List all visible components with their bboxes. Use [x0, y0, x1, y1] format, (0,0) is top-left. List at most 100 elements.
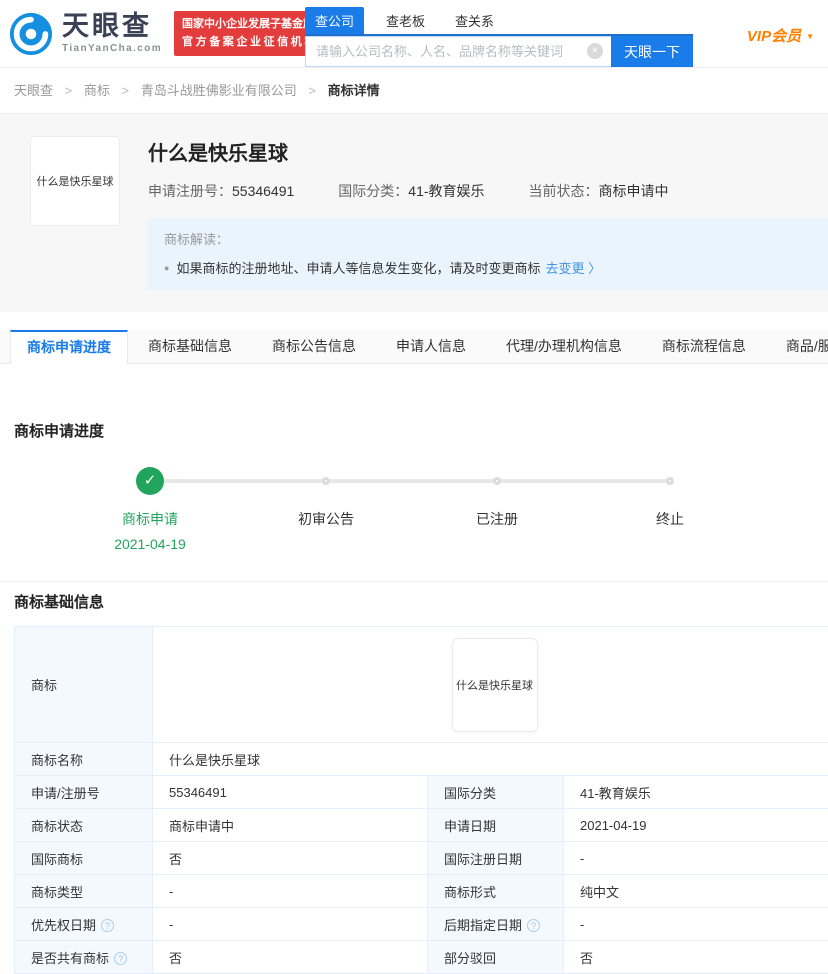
tab-process-info[interactable]: 商标流程信息 [642, 330, 766, 363]
progress-heading: 商标申请进度 [14, 420, 814, 441]
vip-menu[interactable]: VIP会员 ▼ [747, 25, 814, 46]
breadcrumb-separator: > [65, 83, 73, 98]
badge-line1: 国家中小企业发展子基金旗下 [182, 16, 325, 34]
search-tabs: 查公司 查老板 查关系 [305, 7, 693, 36]
table-row: 商标 什么是快乐星球 [15, 627, 828, 743]
field-current-status: 当前状态：商标申请中 [529, 181, 669, 201]
help-icon[interactable]: ? [114, 952, 127, 965]
row-label: 国际注册日期 [428, 842, 564, 875]
main-content: 商标申请进度 ✓ 商标申请 2021-04-19 初审公告 已注册 终止 商标基… [0, 420, 828, 974]
progress-line [150, 479, 670, 483]
row-value: 否 [153, 842, 428, 875]
row-value: - [153, 875, 428, 908]
help-icon[interactable]: ? [101, 919, 114, 932]
row-value: - [564, 842, 828, 875]
basic-info-heading: 商标基础信息 [14, 591, 814, 612]
progress-step-date: 2021-04-19 [80, 536, 220, 552]
tianyancha-eye-icon [8, 11, 54, 57]
row-value: 否 [564, 941, 828, 974]
row-label: 国际商标 [15, 842, 153, 875]
trademark-thumbnail[interactable]: 什么是快乐星球 [30, 136, 120, 226]
interpretation-tip: ●如果商标的注册地址、申请人等信息发生变化，请及时变更商标去变更 〉 [164, 258, 812, 277]
row-label: 申请/注册号 [15, 776, 153, 809]
site-header: 天眼查 TianYanCha.com 国家中小企业发展子基金旗下 官方备案企业征… [0, 0, 828, 68]
progress-step-preliminary: 初审公告 [256, 467, 396, 529]
search-tab-relation[interactable]: 查关系 [445, 7, 504, 34]
trademark-image[interactable]: 什么是快乐星球 [452, 638, 538, 732]
row-label: 国际分类 [428, 776, 564, 809]
breadcrumb-trademark[interactable]: 商标 [84, 83, 110, 98]
row-value: 纯中文 [564, 875, 828, 908]
progress-tracker: ✓ 商标申请 2021-04-19 初审公告 已注册 终止 [14, 467, 814, 555]
row-label: 后期指定日期 [444, 918, 522, 933]
interpretation-box: 商标解读： ●如果商标的注册地址、申请人等信息发生变化，请及时变更商标去变更 〉 [148, 218, 828, 290]
tab-applicant-info[interactable]: 申请人信息 [376, 330, 486, 363]
row-label: 商标 [15, 627, 153, 743]
breadcrumb-separator: > [122, 83, 130, 98]
pending-circle-icon [666, 477, 674, 485]
search-input[interactable] [305, 36, 611, 67]
detail-tabbar: 商标申请进度 商标基础信息 商标公告信息 申请人信息 代理/办理机构信息 商标流… [0, 330, 828, 364]
section-divider [0, 581, 828, 582]
change-link[interactable]: 去变更 〉 [545, 261, 601, 276]
breadcrumb-separator: > [308, 83, 316, 98]
search-button[interactable]: 天眼一下 [611, 36, 693, 67]
tab-goods-services[interactable]: 商品/服务项目 [766, 330, 828, 363]
chevron-right-icon: 〉 [588, 261, 601, 276]
row-label: 商标名称 [15, 743, 153, 776]
table-row: 商标类型 - 商标形式 纯中文 [15, 875, 828, 908]
row-value: 41-教育娱乐 [564, 776, 828, 809]
logo-title: 天眼查 [62, 13, 162, 40]
basic-info-table: 商标 什么是快乐星球 商标名称 什么是快乐星球 申请/注册号 55346491 … [14, 626, 828, 974]
tab-agency-info[interactable]: 代理/办理机构信息 [486, 330, 642, 363]
trademark-thumbnail-text: 什么是快乐星球 [37, 173, 114, 189]
check-circle-icon: ✓ [136, 467, 164, 495]
field-intl-class: 国际分类：41-教育娱乐 [338, 181, 484, 201]
row-label: 商标状态 [15, 809, 153, 842]
search-tab-company[interactable]: 查公司 [305, 7, 364, 34]
tab-basic-info[interactable]: 商标基础信息 [128, 330, 252, 363]
chevron-down-icon: ▼ [806, 32, 814, 41]
clear-icon[interactable]: × [587, 43, 603, 59]
breadcrumb-home[interactable]: 天眼查 [14, 83, 53, 98]
table-row: 商标状态 商标申请中 申请日期 2021-04-19 [15, 809, 828, 842]
breadcrumb-current: 商标详情 [328, 83, 380, 98]
breadcrumb-company[interactable]: 青岛斗战胜佛影业有限公司 [141, 83, 297, 98]
row-value: 否 [153, 941, 428, 974]
site-logo[interactable]: 天眼查 TianYanCha.com [8, 11, 162, 57]
field-application-number: 申请注册号：55346491 [148, 181, 294, 201]
logo-domain: TianYanCha.com [62, 43, 162, 54]
row-value: 什么是快乐星球 [153, 743, 828, 776]
table-row: 商标名称 什么是快乐星球 [15, 743, 828, 776]
badge-line2: 官方备案企业征信机构 [182, 34, 325, 52]
progress-step-registered: 已注册 [427, 467, 567, 529]
row-value: 商标申请中 [153, 809, 428, 842]
page-title: 什么是快乐星球 [148, 137, 828, 166]
search-tab-boss[interactable]: 查老板 [376, 7, 435, 34]
row-value: 55346491 [153, 776, 428, 809]
tab-announcement-info[interactable]: 商标公告信息 [252, 330, 376, 363]
row-label: 申请日期 [428, 809, 564, 842]
table-row: 是否共有商标? 否 部分驳回 否 [15, 941, 828, 974]
interpretation-title: 商标解读： [164, 229, 812, 248]
pending-circle-icon [493, 477, 501, 485]
table-row: 申请/注册号 55346491 国际分类 41-教育娱乐 [15, 776, 828, 809]
table-row: 国际商标 否 国际注册日期 - [15, 842, 828, 875]
progress-step-applied: ✓ 商标申请 2021-04-19 [80, 467, 220, 552]
pending-circle-icon [322, 477, 330, 485]
trademark-summary: 什么是快乐星球 什么是快乐星球 申请注册号：55346491 国际分类：41-教… [0, 114, 828, 312]
search-box: 查公司 查老板 查关系 × 天眼一下 [305, 7, 693, 67]
row-label: 商标形式 [428, 875, 564, 908]
row-label: 商标类型 [15, 875, 153, 908]
row-label: 部分驳回 [428, 941, 564, 974]
row-value: - [153, 908, 428, 941]
row-value: - [564, 908, 828, 941]
bullet-icon: ● [164, 263, 169, 273]
row-label: 优先权日期 [31, 918, 96, 933]
tab-trademark-progress[interactable]: 商标申请进度 [10, 330, 128, 364]
row-value: 2021-04-19 [564, 809, 828, 842]
progress-step-terminated: 终止 [600, 467, 740, 529]
vip-label: VIP会员 [747, 28, 801, 45]
help-icon[interactable]: ? [527, 919, 540, 932]
table-row: 优先权日期? - 后期指定日期? - [15, 908, 828, 941]
